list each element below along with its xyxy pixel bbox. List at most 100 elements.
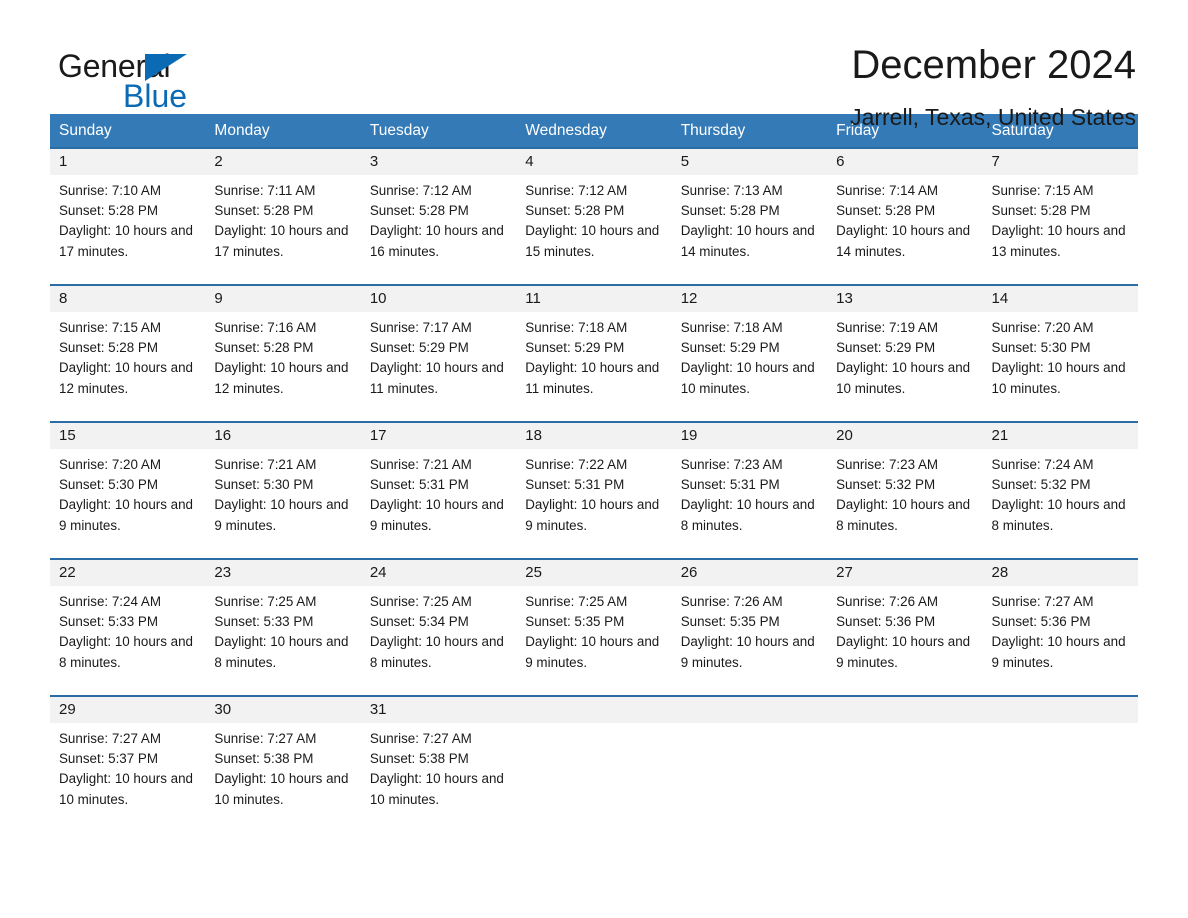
sunrise-text: Sunrise: 7:12 AM <box>369 183 472 198</box>
day-number <box>516 697 672 723</box>
day-details: Sunrise: 7:25 AM Sunset: 5:33 PM Daylight:… <box>205 586 360 673</box>
weekday-header-friday: Friday <box>836 122 880 139</box>
day-cell-7[interactable]: 7 Sunrise: 7:15 AM Sunset: 5:28 PM Daylight… <box>982 149 1138 274</box>
day-cell-28[interactable]: 28 Sunrise: 7:27 AM Sunset: 5:36 PM Dayligh… <box>982 560 1138 685</box>
day-number <box>671 697 828 723</box>
daylight-text: Daylight: 10 hours and 10 minutes. <box>680 360 815 396</box>
day-cell-10[interactable]: 10 Sunrise: 7:17 AM Sunset: 5:29 PM Dayligh… <box>360 286 517 411</box>
daylight-text: Daylight: 10 hours and 8 minutes. <box>991 497 1126 533</box>
day-details: Sunrise: 7:27 AM Sunset: 5:37 PM Daylight:… <box>50 723 205 810</box>
day-cell-17[interactable]: 17 Sunrise: 7:21 AM Sunset: 5:31 PM Dayligh… <box>360 423 517 548</box>
daylight-text: Daylight: 10 hours and 8 minutes. <box>214 634 349 670</box>
day-number: 1 <box>50 149 206 175</box>
weekday-header-thursday: Thursday <box>680 122 746 139</box>
day-cell-6[interactable]: 6 Sunrise: 7:14 AM Sunset: 5:28 PM Daylight… <box>827 149 983 274</box>
sunrise-text: Sunrise: 7:27 AM <box>59 731 161 746</box>
day-number: 20 <box>827 423 983 449</box>
sunset-text: Sunset: 5:31 PM <box>369 477 469 493</box>
daylight-text: Daylight: 10 hours and 17 minutes. <box>59 223 193 259</box>
day-number: 29 <box>50 697 206 723</box>
daylight-text: Daylight: 10 hours and 10 minutes. <box>836 360 971 396</box>
daylight-text: Daylight: 10 hours and 10 minutes. <box>369 771 504 807</box>
sunset-text: Sunset: 5:29 PM <box>680 340 780 356</box>
day-cell-11[interactable]: 11 Sunrise: 7:18 AM Sunset: 5:29 PM Dayligh… <box>516 286 672 411</box>
sunset-text: Sunset: 5:28 PM <box>525 203 625 219</box>
sunrise-text: Sunrise: 7:22 AM <box>525 457 628 472</box>
day-details: Sunrise: 7:25 AM Sunset: 5:34 PM Daylight:… <box>361 586 516 673</box>
daylight-text: Daylight: 10 hours and 9 minutes. <box>369 497 504 533</box>
calendar-week-row: 15 Sunrise: 7:20 AM Sunset: 5:30 PM Dayligh… <box>50 421 1138 548</box>
day-number: 31 <box>360 697 517 723</box>
day-number: 11 <box>516 286 672 312</box>
day-cell-9[interactable]: 9 Sunrise: 7:16 AM Sunset: 5:28 PM Daylight… <box>205 286 361 411</box>
day-cell-29[interactable]: 29 Sunrise: 7:27 AM Sunset: 5:37 PM Dayligh… <box>50 697 206 822</box>
day-details: Sunrise: 7:21 AM Sunset: 5:31 PM Daylight:… <box>361 449 516 536</box>
sunrise-text: Sunrise: 7:11 AM <box>214 183 316 198</box>
day-cell-15[interactable]: 15 Sunrise: 7:20 AM Sunset: 5:30 PM Dayligh… <box>50 423 206 548</box>
sunrise-text: Sunrise: 7:27 AM <box>369 731 472 746</box>
sunrise-text: Sunrise: 7:12 AM <box>525 183 628 198</box>
sunrise-text: Sunrise: 7:24 AM <box>991 457 1094 472</box>
day-cell-4[interactable]: 4 Sunrise: 7:12 AM Sunset: 5:28 PM Daylight… <box>516 149 672 274</box>
day-details: Sunrise: 7:17 AM Sunset: 5:29 PM Daylight:… <box>361 312 516 399</box>
sunrise-sunset-calendar: Sunday Monday Tuesday Wednesday Thursday Frid… <box>50 114 1138 822</box>
day-cell-22[interactable]: 22 Sunrise: 7:24 AM Sunset: 5:33 PM Dayligh… <box>50 560 206 685</box>
day-cell-21[interactable]: 21 Sunrise: 7:24 AM Sunset: 5:32 PM Dayligh… <box>982 423 1138 548</box>
sunrise-text: Sunrise: 7:13 AM <box>680 183 783 198</box>
calendar-week-row: 29 Sunrise: 7:27 AM Sunset: 5:37 PM Dayligh… <box>50 695 1138 822</box>
sunset-text: Sunset: 5:36 PM <box>836 614 936 630</box>
day-cell-25[interactable]: 25 Sunrise: 7:25 AM Sunset: 5:35 PM Dayligh… <box>516 560 672 685</box>
day-cell-26[interactable]: 26 Sunrise: 7:26 AM Sunset: 5:35 PM Dayligh… <box>671 560 828 685</box>
page-header: General Blue December 2024 Jarrell, Texa… <box>50 0 1138 130</box>
day-cell-20[interactable]: 20 Sunrise: 7:23 AM Sunset: 5:32 PM Dayligh… <box>827 423 983 548</box>
day-cell-1[interactable]: 1 Sunrise: 7:10 AM Sunset: 5:28 PM Daylight… <box>50 149 206 274</box>
day-cell-14[interactable]: 14 Sunrise: 7:20 AM Sunset: 5:30 PM Dayligh… <box>982 286 1138 411</box>
calendar-week-row: 1 Sunrise: 7:10 AM Sunset: 5:28 PM Daylight… <box>50 147 1138 274</box>
day-number: 14 <box>982 286 1138 312</box>
day-cell-16[interactable]: 16 Sunrise: 7:21 AM Sunset: 5:30 PM Dayligh… <box>205 423 361 548</box>
daylight-text: Daylight: 10 hours and 14 minutes. <box>836 223 971 259</box>
day-number: 28 <box>982 560 1138 586</box>
day-cell-5[interactable]: 5 Sunrise: 7:13 AM Sunset: 5:28 PM Daylight… <box>671 149 828 274</box>
day-cell-24[interactable]: 24 Sunrise: 7:25 AM Sunset: 5:34 PM Dayligh… <box>360 560 517 685</box>
weekday-header-saturday: Saturday <box>991 122 1054 139</box>
day-cell-13[interactable]: 13 Sunrise: 7:19 AM Sunset: 5:29 PM Dayligh… <box>827 286 983 411</box>
day-cell-23[interactable]: 23 Sunrise: 7:25 AM Sunset: 5:33 PM Dayligh… <box>205 560 361 685</box>
day-cell-2[interactable]: 2 Sunrise: 7:11 AM Sunset: 5:28 PM Daylight… <box>205 149 361 274</box>
day-number: 17 <box>360 423 517 449</box>
day-details: Sunrise: 7:12 AM Sunset: 5:28 PM Daylight:… <box>516 175 671 262</box>
day-cell-12[interactable]: 12 Sunrise: 7:18 AM Sunset: 5:29 PM Dayligh… <box>671 286 828 411</box>
day-details: Sunrise: 7:27 AM Sunset: 5:38 PM Daylight:… <box>361 723 516 810</box>
day-details: Sunrise: 7:23 AM Sunset: 5:32 PM Daylight:… <box>827 449 982 536</box>
day-number <box>982 697 1138 723</box>
day-cell-31[interactable]: 31 Sunrise: 7:27 AM Sunset: 5:38 PM Dayligh… <box>360 697 517 822</box>
day-cell-8[interactable]: 8 Sunrise: 7:15 AM Sunset: 5:28 PM Daylight… <box>50 286 206 411</box>
day-number: 4 <box>516 149 672 175</box>
day-number: 3 <box>360 149 517 175</box>
sunrise-text: Sunrise: 7:15 AM <box>991 183 1094 198</box>
sunset-text: Sunset: 5:28 PM <box>214 203 314 219</box>
sunset-text: Sunset: 5:32 PM <box>836 477 936 493</box>
sunset-text: Sunset: 5:34 PM <box>369 614 469 630</box>
sunrise-text: Sunrise: 7:21 AM <box>369 457 472 472</box>
day-cell-18[interactable]: 18 Sunrise: 7:22 AM Sunset: 5:31 PM Dayligh… <box>516 423 672 548</box>
sunset-text: Sunset: 5:37 PM <box>59 751 158 767</box>
daylight-text: Daylight: 10 hours and 11 minutes. <box>369 360 504 396</box>
day-number: 25 <box>516 560 672 586</box>
day-cell-19[interactable]: 19 Sunrise: 7:23 AM Sunset: 5:31 PM Dayligh… <box>671 423 828 548</box>
day-cell-30[interactable]: 30 Sunrise: 7:27 AM Sunset: 5:38 PM Dayligh… <box>205 697 361 822</box>
day-number: 12 <box>671 286 828 312</box>
day-cell-empty <box>516 697 672 822</box>
day-cell-3[interactable]: 3 Sunrise: 7:12 AM Sunset: 5:28 PM Daylight… <box>360 149 517 274</box>
daylight-text: Daylight: 10 hours and 11 minutes. <box>525 360 660 396</box>
day-number: 19 <box>671 423 828 449</box>
sunset-text: Sunset: 5:30 PM <box>991 340 1091 356</box>
sunset-text: Sunset: 5:33 PM <box>214 614 314 630</box>
sunset-text: Sunset: 5:30 PM <box>214 477 314 493</box>
weekday-header-row: Sunday Monday Tuesday Wednesday Thursday Frid… <box>50 114 1138 147</box>
sunrise-text: Sunrise: 7:15 AM <box>59 320 161 335</box>
day-cell-empty <box>982 697 1138 822</box>
calendar-weeks: 1 Sunrise: 7:10 AM Sunset: 5:28 PM Daylight… <box>50 147 1138 822</box>
day-cell-27[interactable]: 27 Sunrise: 7:26 AM Sunset: 5:36 PM Dayligh… <box>827 560 983 685</box>
day-number: 8 <box>50 286 206 312</box>
